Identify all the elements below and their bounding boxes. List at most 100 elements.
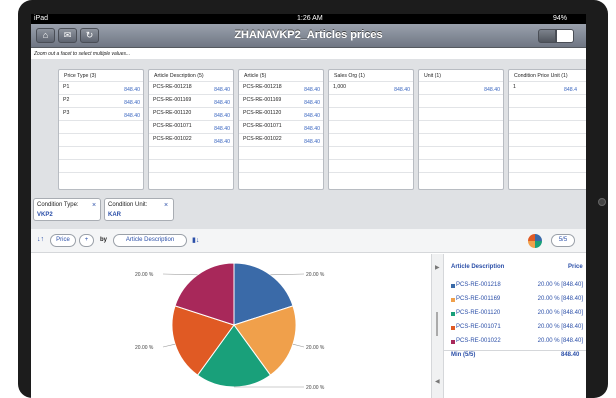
facet-row-empty	[239, 146, 323, 159]
facet-row[interactable]: PCS-RE-001120 848.40	[149, 107, 233, 120]
facet-condition-price-unit[interactable]: Condition Price Unit (1) 1 848.4	[508, 69, 586, 190]
facet-row[interactable]: PCS-RE-001169 848.40	[149, 94, 233, 107]
legend-row[interactable]: PCS-RE-001218 20.00 % [848.40]	[444, 280, 586, 294]
remove-filter-icon[interactable]: ×	[92, 202, 96, 209]
facet-row[interactable]: P3 848.40	[59, 107, 143, 120]
clock: 1:26 AM	[297, 15, 323, 22]
facet-row-empty	[59, 133, 143, 146]
facet-row-empty	[59, 120, 143, 133]
facet-row-empty	[329, 120, 413, 133]
home-sensor	[598, 198, 606, 206]
facet-row-empty	[59, 172, 143, 185]
row-label: PCS-RE-001120	[243, 110, 282, 116]
row-label: PCS-RE-001022	[153, 136, 192, 142]
facet-row-empty	[329, 133, 413, 146]
facet-row-empty	[329, 94, 413, 107]
facet-row-empty	[509, 172, 586, 185]
collapse-arrow-icon[interactable]: ◀	[435, 378, 440, 385]
facet-article[interactable]: Article (5) PCS-RE-001218 848.40 PCS-RE-0…	[238, 69, 324, 190]
facet-row-empty	[509, 94, 586, 107]
facet-title: Article Description (5)	[154, 73, 204, 79]
row-label: PCS-RE-001218	[243, 84, 282, 90]
row-label: P1	[63, 84, 70, 90]
facet-row[interactable]: PCS-RE-001071 848.40	[149, 120, 233, 133]
legend-swatch	[451, 326, 455, 330]
battery-level: 94%	[553, 15, 568, 22]
pie-chart-icon[interactable]	[528, 234, 542, 248]
row-value: 848.40	[304, 87, 320, 93]
legend-row[interactable]: PCS-RE-001120 20.00 % [848.40]	[444, 308, 586, 322]
row-value: 848.40	[124, 100, 140, 106]
facet-title: Article (5)	[244, 73, 267, 79]
drag-handle[interactable]	[436, 312, 438, 336]
row-value: 848.40	[214, 100, 230, 106]
legend-swatch	[451, 340, 455, 344]
facet-row-empty	[329, 146, 413, 159]
facet-row-empty	[419, 94, 503, 107]
legend-header-name: Article Description	[451, 264, 505, 270]
legend-swatch	[451, 298, 455, 302]
facet-row-empty	[509, 146, 586, 159]
facet-title: Condition Price Unit (1)	[514, 73, 568, 79]
facet-row[interactable]: PCS-RE-001218 848.40	[239, 81, 323, 94]
pie-data-label: 20.00 %	[135, 345, 154, 351]
facet-row[interactable]: PCS-RE-001120 848.40	[239, 107, 323, 120]
row-label: P2	[63, 97, 70, 103]
chart-type-icon[interactable]: ▮↓	[192, 236, 199, 244]
legend-value: 20.00 % [848.40]	[537, 310, 583, 316]
legend-collapse-strip[interactable]: ▶ ◀	[432, 254, 444, 398]
legend-row[interactable]: PCS-RE-001169 20.00 % [848.40]	[444, 294, 586, 308]
device-name: iPad	[34, 15, 49, 22]
facet-row[interactable]: P2 848.40	[59, 94, 143, 107]
facet-panel: Price Type (3) P1 848.40 P2 848.40 P3 848.4…	[31, 59, 586, 193]
facet-row[interactable]: PCS-RE-001169 848.40	[239, 94, 323, 107]
status-bar: iPad 1:26 AM 94%	[31, 14, 586, 24]
facet-row-empty	[509, 107, 586, 120]
facet-unit[interactable]: Unit (1) 848.40	[418, 69, 504, 190]
layout-toggle-left[interactable]	[538, 29, 556, 43]
facet-row-empty	[59, 146, 143, 159]
dimension-button[interactable]: Article Description	[113, 234, 187, 247]
add-measure-button[interactable]: +	[79, 234, 94, 247]
legend-name: PCS-RE-001120	[456, 310, 501, 316]
layout-toggle-right[interactable]	[556, 29, 574, 43]
sort-icon[interactable]: ↓↑	[37, 236, 44, 243]
legend-swatch	[451, 284, 455, 288]
facet-row[interactable]: P1 848.40	[59, 81, 143, 94]
facet-row[interactable]: PCS-RE-001022 848.40	[239, 133, 323, 146]
facet-price-type[interactable]: Price Type (3) P1 848.40 P2 848.40 P3 848.4…	[58, 69, 144, 190]
facet-row[interactable]: PCS-RE-001218 848.40	[149, 81, 233, 94]
facet-row[interactable]: PCS-RE-001071 848.40	[239, 120, 323, 133]
row-value: 848.40	[214, 126, 230, 132]
legend-row[interactable]: PCS-RE-001022 20.00 % [848.40]	[444, 336, 586, 350]
row-label: PCS-RE-001169	[153, 97, 192, 103]
legend-row[interactable]: PCS-RE-001071 20.00 % [848.40]	[444, 322, 586, 336]
pie-leader-line	[270, 273, 305, 276]
pie-data-label: 20.00 %	[306, 272, 325, 278]
count-button[interactable]: 5/5	[551, 234, 575, 247]
facet-row-empty	[419, 107, 503, 120]
legend-name: PCS-RE-001071	[456, 324, 501, 330]
row-label: PCS-RE-001218	[153, 84, 192, 90]
filter-chip-condition-type[interactable]: Condition Type: VKP2 ×	[33, 198, 101, 221]
facet-row[interactable]: 848.40	[419, 81, 503, 94]
row-value: 848.40	[304, 100, 320, 106]
row-label: PCS-RE-001071	[243, 123, 282, 129]
facet-sales-org[interactable]: Sales Org (1) 1,000 848.40	[328, 69, 414, 190]
facet-row[interactable]: 1,000 848.40	[329, 81, 413, 94]
measure-button[interactable]: Price	[50, 234, 76, 247]
facet-row[interactable]: 1 848.4	[509, 81, 586, 94]
legend-footer-label: Min (5/5)	[451, 352, 476, 358]
facet-row-empty	[149, 159, 233, 172]
pie-chart: 20.00 % 20.00 % 20.00 % 20.00 % 20.00 %	[135, 262, 325, 391]
pie-leader-line	[292, 343, 305, 348]
row-value: 848.40	[124, 113, 140, 119]
legend-value: 20.00 % [848.40]	[537, 296, 583, 302]
filter-chip-condition-unit[interactable]: Condition Unit: KAR ×	[104, 198, 174, 221]
expand-arrow-icon[interactable]: ▶	[435, 264, 440, 271]
remove-filter-icon[interactable]: ×	[164, 202, 168, 209]
facet-row[interactable]: PCS-RE-001022 848.40	[149, 133, 233, 146]
facet-article-description[interactable]: Article Description (5) PCS-RE-001218 848…	[148, 69, 234, 190]
facet-row-empty	[149, 172, 233, 185]
row-label: PCS-RE-001169	[243, 97, 282, 103]
